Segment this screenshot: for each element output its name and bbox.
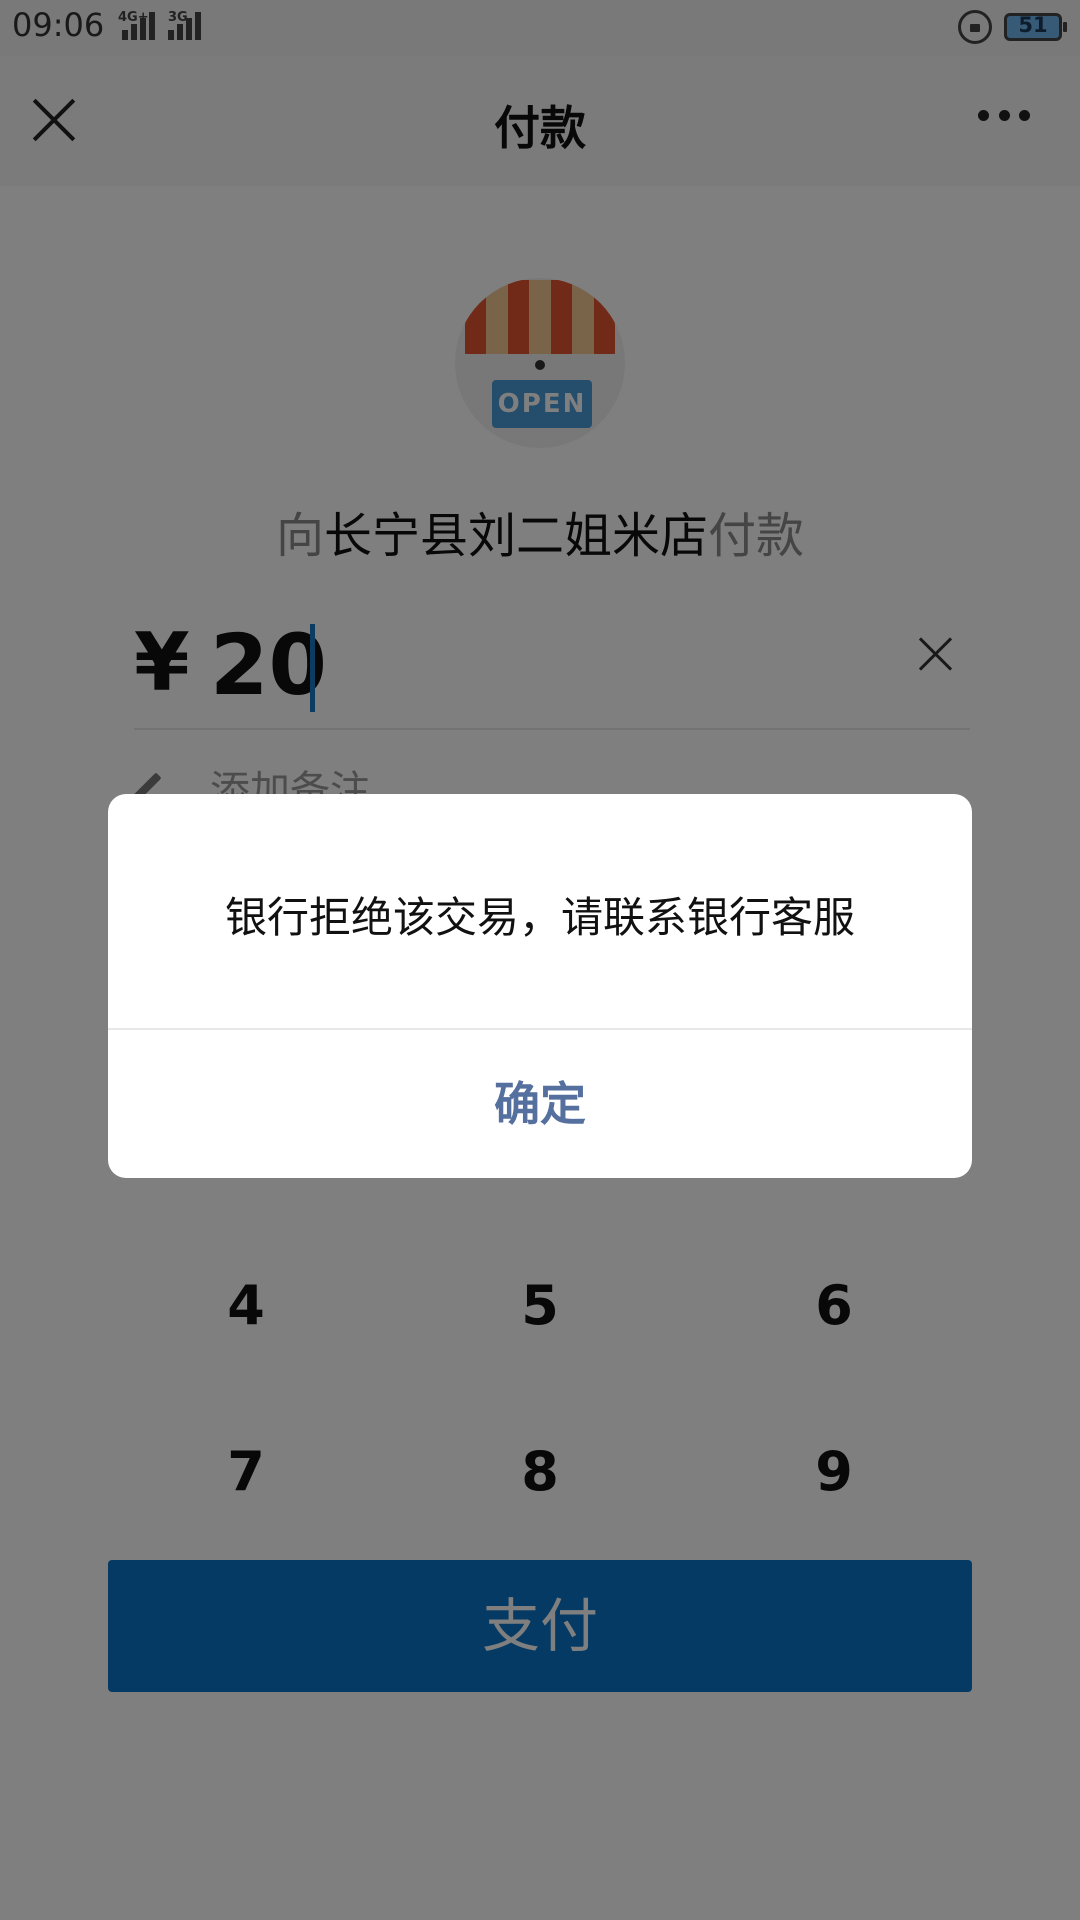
alert-dialog: 银行拒绝该交易，请联系银行客服 确定 bbox=[108, 794, 972, 1178]
confirm-button[interactable]: 确定 bbox=[108, 1030, 972, 1178]
dialog-message: 银行拒绝该交易，请联系银行客服 bbox=[224, 893, 855, 942]
